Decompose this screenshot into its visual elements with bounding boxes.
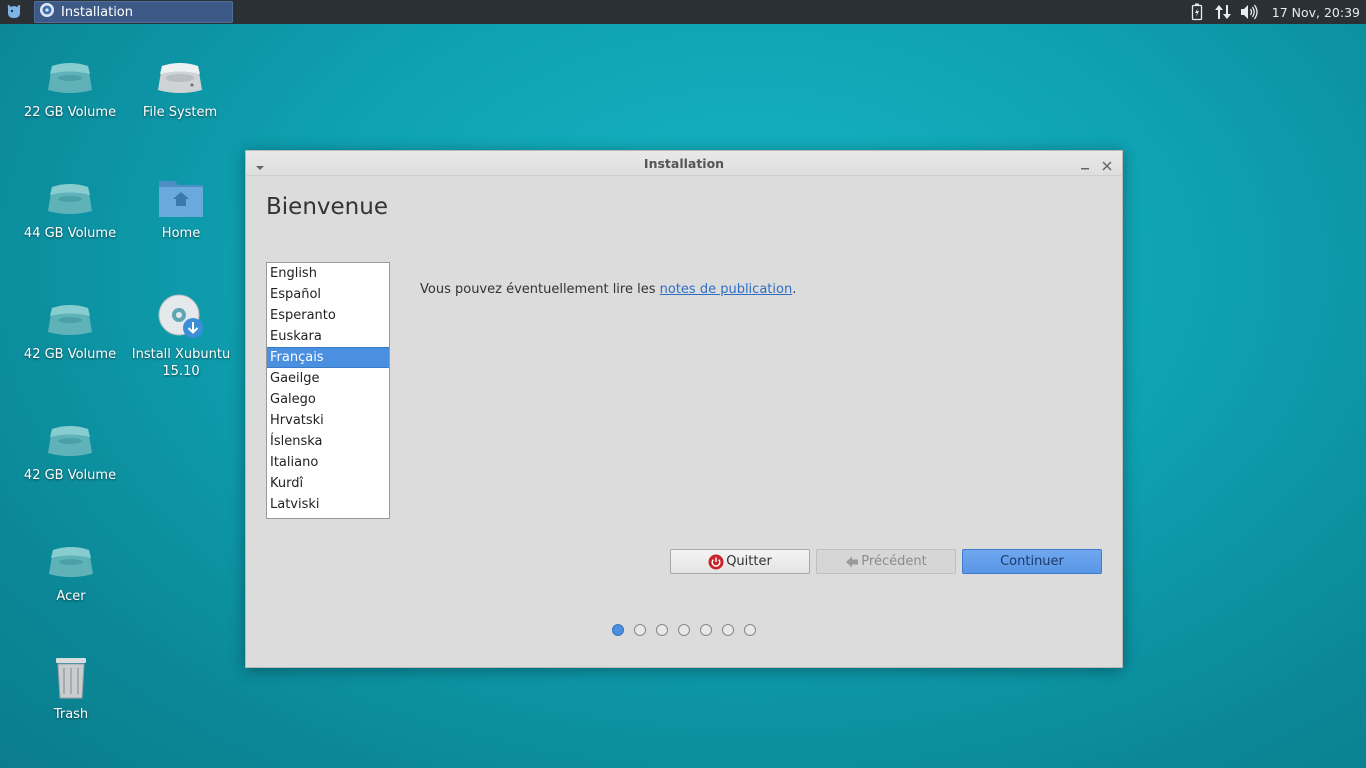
install-disc-icon: [155, 294, 207, 340]
language-list[interactable]: English Español Esperanto Euskara França…: [266, 262, 390, 519]
step-dot: [634, 624, 646, 636]
page-title: Bienvenue: [266, 194, 388, 220]
close-icon[interactable]: [1101, 157, 1113, 171]
language-item[interactable]: Íslenska: [267, 431, 389, 452]
language-item-selected[interactable]: Français: [267, 347, 389, 368]
step-dot: [722, 624, 734, 636]
taskbar-window-installation[interactable]: Installation: [34, 1, 233, 23]
desktop-icon-label: 42 GB Volume: [23, 347, 117, 362]
desktop-icon-42gb-volume-2[interactable]: 42 GB Volume: [15, 415, 125, 484]
drive-icon: [44, 294, 96, 340]
desktop-icon-label: Install Xubuntu 15.10: [131, 347, 231, 379]
step-dot: [678, 624, 690, 636]
desktop-icon-label: Acer: [56, 589, 86, 604]
desktop-icon-label: Trash: [53, 707, 89, 722]
harddisk-icon: [154, 52, 206, 98]
release-notes-prefix: Vous pouvez éventuellement lire les: [420, 282, 660, 297]
language-item[interactable]: English: [267, 263, 389, 284]
release-notes-link[interactable]: notes de publication: [660, 282, 793, 297]
power-icon: [708, 554, 724, 570]
language-item[interactable]: Galego: [267, 389, 389, 410]
step-dot-current: [612, 624, 624, 636]
drive-icon: [44, 415, 96, 461]
volume-icon[interactable]: [1238, 0, 1260, 24]
language-item[interactable]: Kurdî: [267, 473, 389, 494]
installer-icon: [39, 2, 55, 22]
quit-button-label: Quitter: [726, 554, 772, 569]
home-folder-icon: [155, 173, 207, 219]
system-tray: 17 Nov, 20:39: [1186, 0, 1366, 24]
desktop-icon-label: 22 GB Volume: [23, 105, 117, 120]
step-dot: [700, 624, 712, 636]
language-item[interactable]: Esperanto: [267, 305, 389, 326]
language-item[interactable]: Gaeilge: [267, 368, 389, 389]
step-indicator: [612, 624, 756, 636]
previous-button-label: Précédent: [861, 554, 927, 569]
desktop-icon-home[interactable]: Home: [126, 173, 236, 242]
previous-button[interactable]: Précédent: [816, 549, 956, 574]
minimize-icon[interactable]: [1080, 158, 1090, 170]
desktop-icon-44gb-volume[interactable]: 44 GB Volume: [15, 173, 125, 242]
taskbar-window-label: Installation: [61, 4, 134, 20]
language-item[interactable]: Español: [267, 284, 389, 305]
release-notes-suffix: .: [792, 282, 797, 297]
release-notes-text: Vous pouvez éventuellement lire les note…: [420, 282, 796, 297]
desktop-icon-acer[interactable]: Acer: [16, 536, 126, 605]
language-item[interactable]: Italiano: [267, 452, 389, 473]
trash-icon: [45, 654, 97, 700]
top-panel: Installation 17 Nov, 20:39: [0, 0, 1366, 24]
desktop-icon-trash[interactable]: Trash: [16, 654, 126, 723]
arrow-left-icon: [845, 556, 859, 568]
language-item[interactable]: Euskara: [267, 326, 389, 347]
language-item[interactable]: Hrvatski: [267, 410, 389, 431]
desktop-icon-label: File System: [142, 105, 218, 120]
desktop-icon-42gb-volume-1[interactable]: 42 GB Volume: [15, 294, 125, 363]
continue-button-label: Continuer: [1000, 554, 1064, 569]
window-titlebar[interactable]: Installation: [246, 151, 1122, 176]
step-dot: [656, 624, 668, 636]
step-dot: [744, 624, 756, 636]
desktop-icon-file-system[interactable]: File System: [125, 52, 235, 121]
xfce-menu-icon[interactable]: [2, 1, 26, 23]
clock[interactable]: 17 Nov, 20:39: [1272, 5, 1360, 20]
network-icon[interactable]: [1212, 0, 1234, 24]
quit-button[interactable]: Quitter: [670, 549, 810, 574]
drive-icon: [45, 536, 97, 582]
desktop-icon-label: 42 GB Volume: [23, 468, 117, 483]
drive-icon: [44, 173, 96, 219]
window-title: Installation: [643, 156, 725, 171]
language-item[interactable]: Latviski: [267, 494, 389, 515]
installer-window: Installation Bienvenue English Español E…: [245, 150, 1123, 668]
drive-icon: [44, 52, 96, 98]
desktop-icon-label: 44 GB Volume: [23, 226, 117, 241]
continue-button[interactable]: Continuer: [962, 549, 1102, 574]
battery-icon[interactable]: [1186, 0, 1208, 24]
desktop-icon-install-xubuntu[interactable]: Install Xubuntu 15.10: [126, 294, 236, 380]
desktop-icon-label: Home: [161, 226, 201, 241]
desktop-icon-22gb-volume[interactable]: 22 GB Volume: [15, 52, 125, 121]
